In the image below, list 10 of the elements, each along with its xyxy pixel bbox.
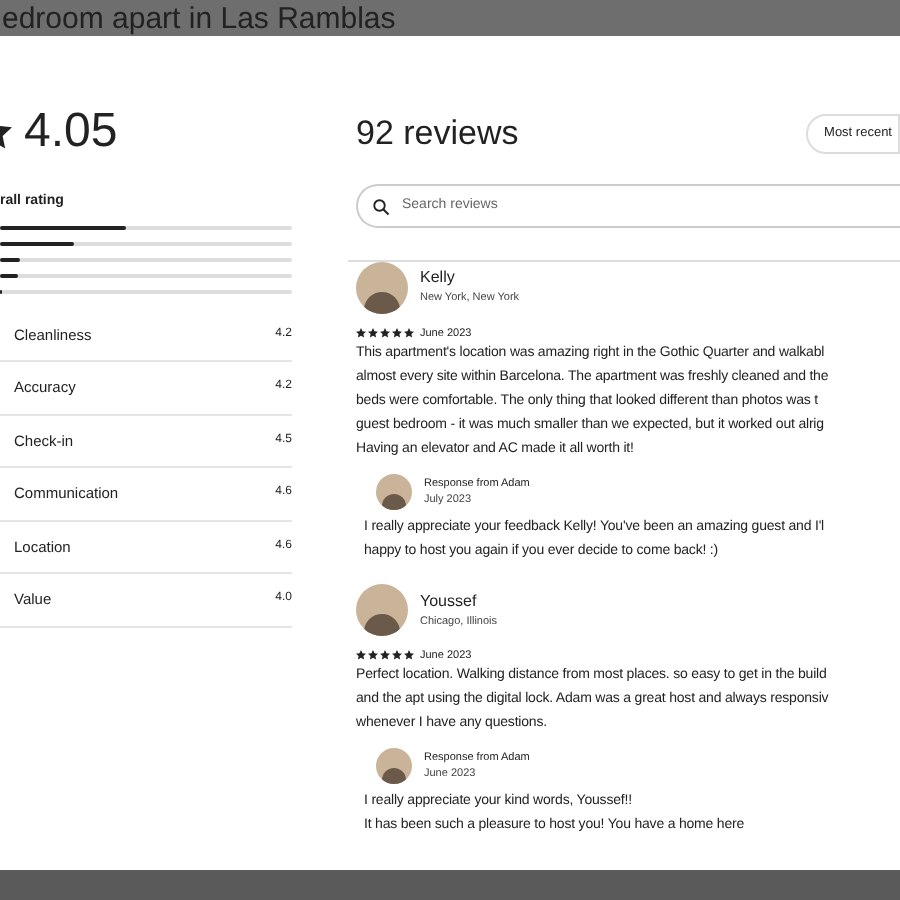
avatar-icon — [376, 748, 412, 784]
avatar-icon — [356, 261, 408, 313]
reviewer-name: Kelly — [420, 266, 457, 291]
avatar-icon — [376, 473, 412, 510]
reviews-heading: 92 reviews — [356, 112, 519, 156]
reviewer-name: Youssef — [420, 589, 479, 614]
search-icon — [372, 197, 390, 215]
avatar-icon — [356, 583, 408, 636]
page-title: edroom apart in Las Ramblas — [0, 2, 396, 36]
overall-score: 4.05 — [24, 104, 118, 160]
